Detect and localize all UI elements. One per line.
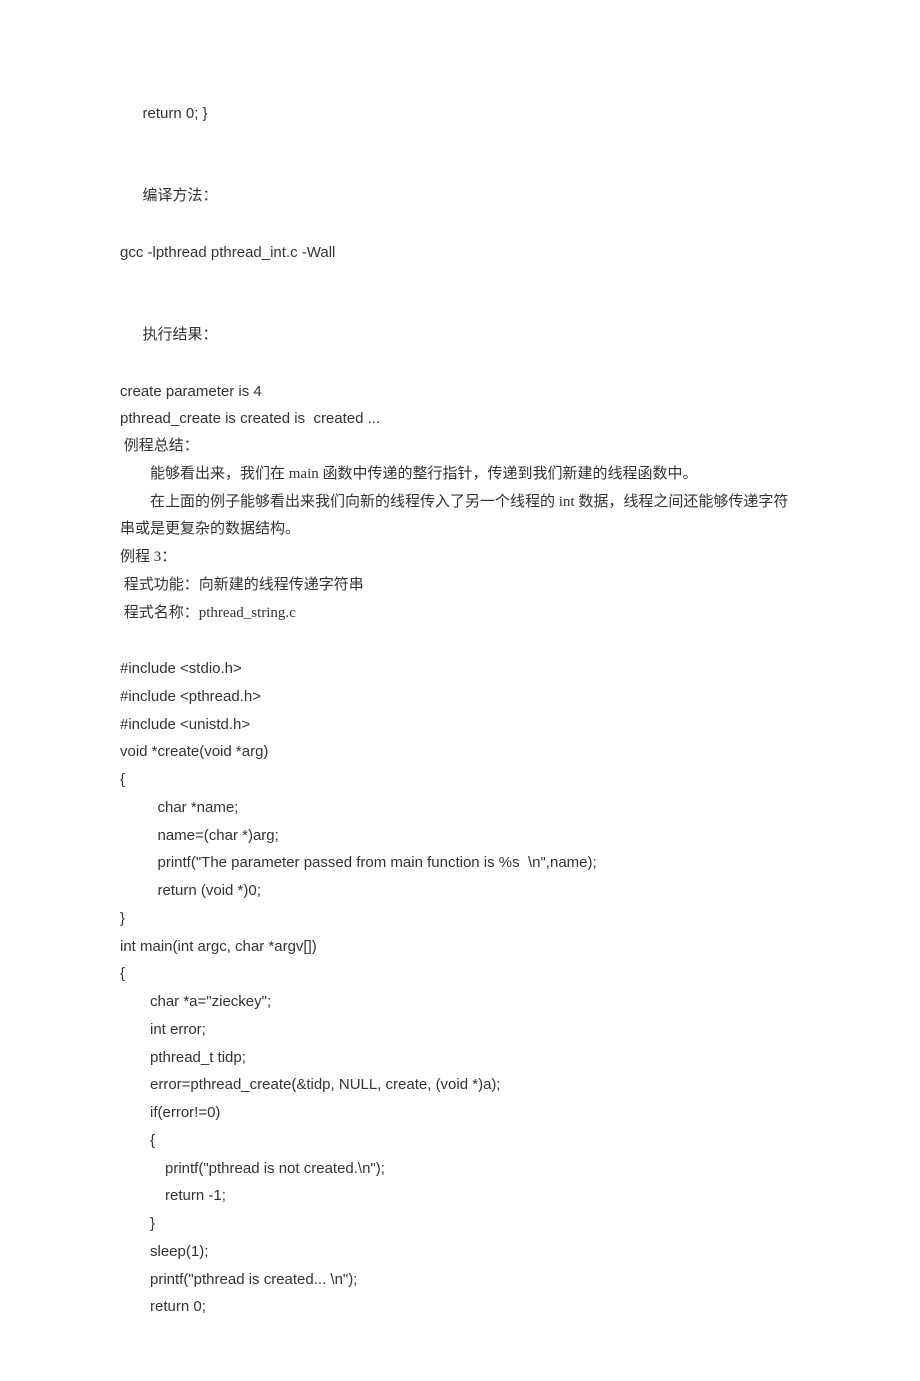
code-line: return 0;	[120, 1293, 800, 1321]
code-line: char *a="zieckey";	[120, 988, 800, 1016]
code-line: #include <unistd.h>	[120, 711, 800, 739]
code-line: sleep(1);	[120, 1238, 800, 1266]
code-line: int main(int argc, char *argv[])	[120, 933, 800, 961]
blank-line	[120, 627, 800, 655]
code-line: char *name;	[120, 794, 800, 822]
text-line: 例程总结：	[120, 433, 800, 461]
code-line: return (void *)0;	[120, 877, 800, 905]
code-line: gcc -lpthread pthread_int.c -Wall	[120, 239, 800, 267]
text-line: 程式功能：向新建的线程传递字符串	[120, 572, 800, 600]
text-span: 在上面的例子能够看出来我们向新的线程传入了另一个线程的 int 数据，线程之间还…	[120, 494, 788, 538]
code-line: printf("pthread is not created.\n");	[120, 1155, 800, 1183]
code-line: name=(char *)arg;	[120, 822, 800, 850]
code-line: pthread_t tidp;	[120, 1044, 800, 1072]
text-line: 程式名称：pthread_string.c	[120, 600, 800, 628]
code-line: return 0; }	[120, 100, 800, 128]
blank-line	[120, 350, 800, 378]
code-line: {	[120, 766, 800, 794]
code-line: #include <pthread.h>	[120, 683, 800, 711]
output-line: create parameter is 4	[120, 378, 800, 406]
document-page: return 0; } 编译方法： gcc -lpthread pthread_…	[0, 0, 920, 1381]
blank-line	[120, 211, 800, 239]
code-line: }	[120, 1210, 800, 1238]
code-line: int error;	[120, 1016, 800, 1044]
text-line: 在上面的例子能够看出来我们向新的线程传入了另一个线程的 int 数据，线程之间还…	[120, 489, 800, 545]
code-line: printf("The parameter passed from main f…	[120, 849, 800, 877]
code-line: return -1;	[120, 1182, 800, 1210]
blank-line	[120, 294, 800, 322]
blank-line	[120, 156, 800, 184]
text-line: 编译方法：	[120, 183, 800, 211]
code-line: void *create(void *arg)	[120, 738, 800, 766]
code-line: {	[120, 960, 800, 988]
code-line: printf("pthread is created... \n");	[120, 1266, 800, 1294]
code-line: error=pthread_create(&tidp, NULL, create…	[120, 1071, 800, 1099]
code-line: if(error!=0)	[120, 1099, 800, 1127]
code-line: #include <stdio.h>	[120, 655, 800, 683]
text-line: 例程 3：	[120, 544, 800, 572]
output-line: pthread_create is created is created ...	[120, 405, 800, 433]
blank-line	[120, 267, 800, 295]
blank-line	[120, 128, 800, 156]
text-line: 执行结果：	[120, 322, 800, 350]
code-line: }	[120, 905, 800, 933]
code-line: {	[120, 1127, 800, 1155]
text-line: 能够看出来，我们在 main 函数中传递的整行指针，传递到我们新建的线程函数中。	[120, 461, 800, 489]
